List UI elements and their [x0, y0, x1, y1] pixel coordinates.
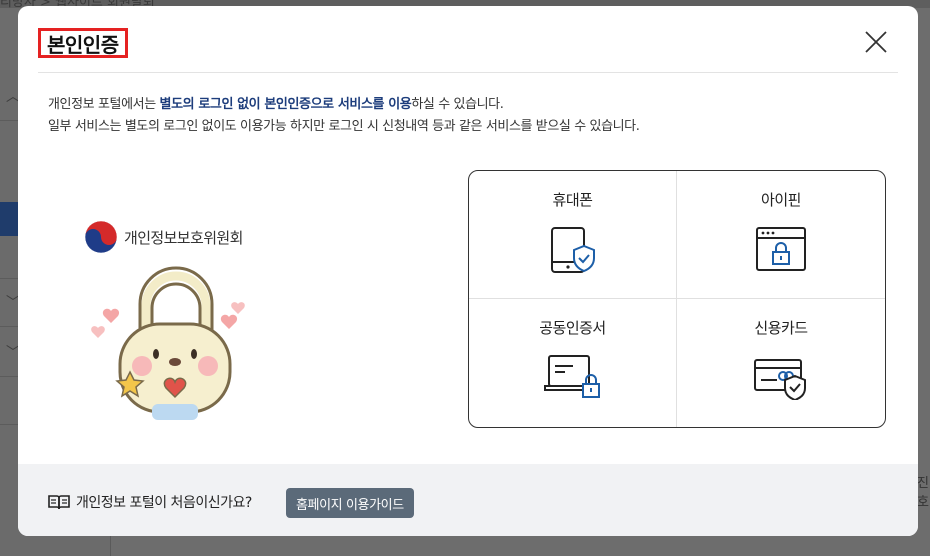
modal-footer: 개인정보 포털이 처음이신가요? 홈페이지 이용가이드 [18, 464, 918, 536]
header-divider [38, 72, 898, 73]
homepage-guide-button[interactable]: 홈페이지 이용가이드 [286, 488, 414, 518]
taegeuk-emblem-icon [84, 220, 118, 254]
auth-option-label: 아이핀 [761, 191, 801, 209]
auth-option-label: 휴대폰 [552, 191, 593, 209]
auth-option-phone[interactable]: 휴대폰 [469, 171, 677, 299]
browser-lock-icon [756, 227, 806, 271]
card-shield-icon [754, 359, 806, 400]
auth-option-ipin[interactable]: 아이핀 [677, 171, 885, 299]
modal-title-box: 본인인증 [38, 28, 128, 58]
auth-option-credit-card[interactable]: 신용카드 [677, 299, 885, 427]
laptop-lock-icon [543, 355, 600, 398]
auth-option-label: 공동인증서 [539, 319, 606, 337]
first-visit-question: 개인정보 포털이 처음이신가요? [76, 495, 252, 511]
auth-option-label: 신용카드 [754, 319, 808, 337]
auth-option-certificate[interactable]: 공동인증서 [469, 299, 677, 427]
intro-line-2: 일부 서비스는 별도의 로그인 없이도 이용가능 하지만 로그인 시 신청내역 … [48, 119, 640, 134]
pipc-logo: 개인정보보호위원회 [84, 220, 243, 254]
backdrop-right-text: 진호 [917, 476, 929, 510]
close-icon [865, 31, 887, 53]
lock-mascot-illustration [90, 264, 260, 428]
intro-text: 개인정보 포털에서는 별도의 로그인 없이 본인인증으로 서비스를 이용하실 수… [48, 94, 640, 138]
modal-title: 본인인증 [47, 32, 119, 57]
close-button[interactable] [864, 30, 888, 54]
backdrop-active-item [0, 202, 20, 236]
phone-shield-icon [550, 227, 595, 273]
intro-line-1: 개인정보 포털에서는 별도의 로그인 없이 본인인증으로 서비스를 이용하실 수… [48, 97, 504, 112]
intro-highlight: 별도의 로그인 없이 본인인증으로 서비스를 이용 [159, 97, 412, 112]
organization-name: 개인정보보호위원회 [124, 228, 243, 247]
auth-method-grid: 휴대폰 아이핀 공동인증서 신용카드 [468, 170, 886, 428]
book-icon [48, 495, 70, 510]
identity-verification-modal: 본인인증 개인정보 포털에서는 별도의 로그인 없이 본인인증으로 서비스를 이… [18, 6, 918, 536]
